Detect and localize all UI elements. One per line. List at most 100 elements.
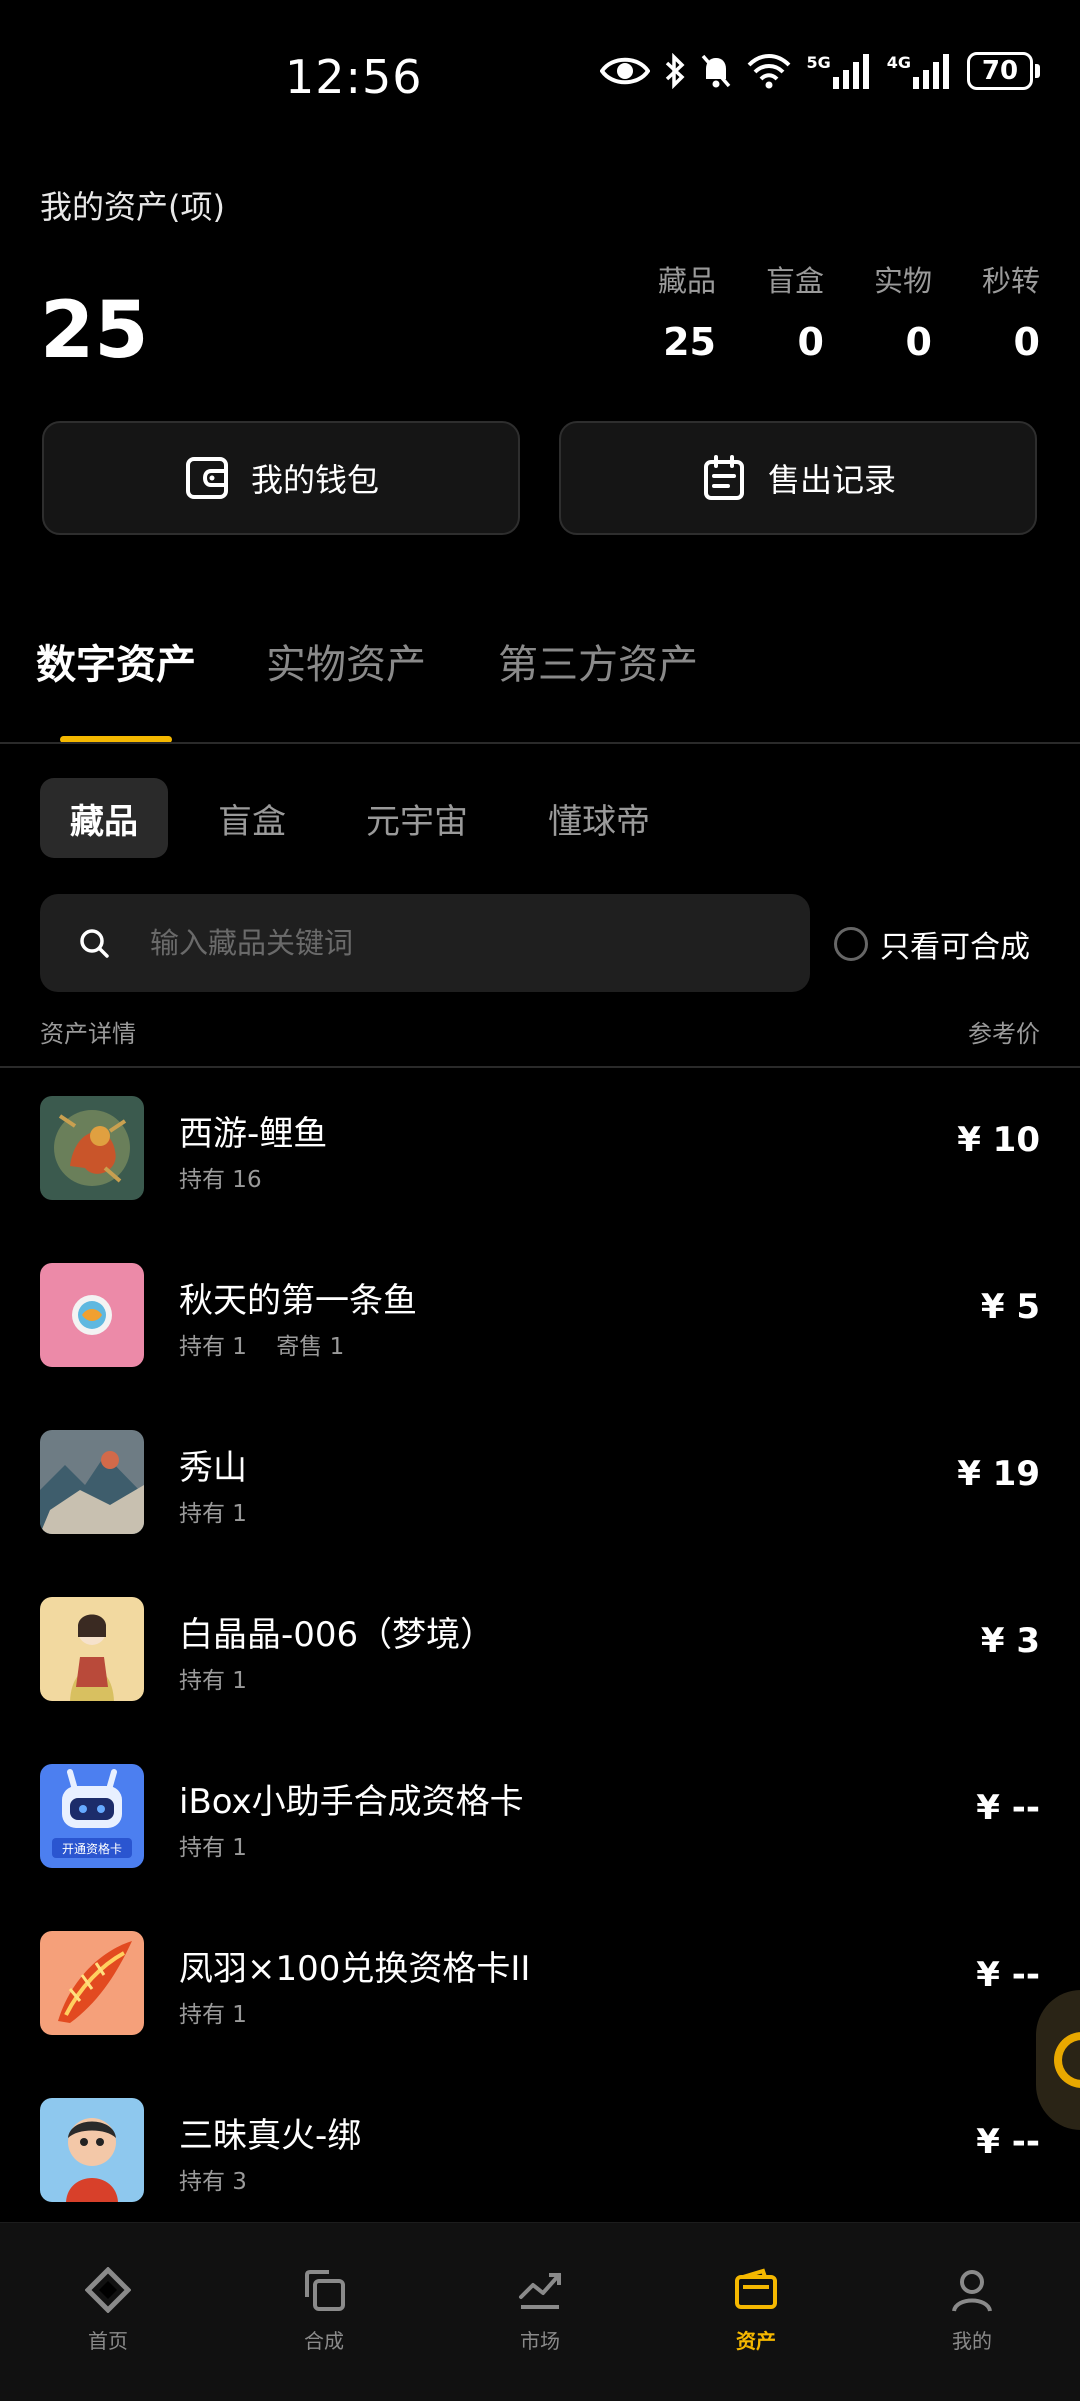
stat-value: 25 bbox=[663, 320, 716, 364]
asset-price: ¥ -- bbox=[976, 1788, 1040, 1828]
thumbnail-caption: 开通资格卡 bbox=[62, 1841, 122, 1856]
holding-count: 持有 1 bbox=[179, 1835, 247, 1861]
subtab-metaverse[interactable]: 元宇宙 bbox=[336, 778, 498, 858]
subtab-collectibles[interactable]: 藏品 bbox=[40, 778, 168, 858]
battery-icon: 70 bbox=[967, 52, 1040, 90]
asset-price: ¥ -- bbox=[976, 1955, 1040, 1995]
filter-label: 只看可合成 bbox=[880, 930, 1030, 965]
asset-meta: 持有 16 bbox=[179, 1160, 284, 1194]
stat-label: 藏品 bbox=[657, 264, 716, 298]
asset-price: ¥ 3 bbox=[980, 1621, 1040, 1661]
asset-row[interactable]: 开通资格卡 iBox小助手合成资格卡 持有 1 ¥ -- bbox=[0, 1736, 1080, 1903]
stat-value: 0 bbox=[797, 320, 824, 364]
nav-label: 资产 bbox=[736, 2329, 776, 2353]
subtab-blind-box[interactable]: 盲盒 bbox=[188, 778, 316, 858]
stat-label: 盲盒 bbox=[765, 264, 824, 298]
consignment-count: 寄售 1 bbox=[276, 1334, 345, 1360]
asset-row[interactable]: 秀山 持有 1 ¥ 19 bbox=[0, 1402, 1080, 1569]
category-tabs: 藏品 盲盒 元宇宙 懂球帝 bbox=[40, 778, 700, 858]
asset-name: 白晶晶-006（梦境） bbox=[179, 1615, 495, 1655]
nav-label: 合成 bbox=[304, 2329, 344, 2353]
holding-count: 持有 1 bbox=[179, 2002, 247, 2028]
asset-price: ¥ 10 bbox=[957, 1120, 1040, 1160]
net1-label: 5G bbox=[806, 53, 831, 72]
tab-physical-assets[interactable]: 实物资产 bbox=[266, 632, 426, 690]
tab-third-party-assets[interactable]: 第三方资产 bbox=[498, 632, 698, 690]
divider bbox=[0, 742, 1080, 744]
asset-meta: 持有 1 寄售 1 bbox=[179, 1327, 366, 1361]
nav-compose[interactable]: 合成 bbox=[216, 2223, 432, 2401]
diamond-icon bbox=[85, 2267, 131, 2313]
asset-name: 凤羽×100兑换资格卡II bbox=[179, 1949, 531, 1989]
asset-thumbnail: 开通资格卡 bbox=[40, 1764, 144, 1868]
nav-home[interactable]: 首页 bbox=[0, 2223, 216, 2401]
asset-name: 秀山 bbox=[179, 1448, 247, 1488]
floating-assistant-handle[interactable] bbox=[1036, 1990, 1080, 2130]
asset-name: 三昧真火-绑 bbox=[179, 2116, 362, 2156]
asset-stats: 藏品 25 盲盒 0 实物 0 秒转 0 bbox=[608, 258, 1040, 364]
holding-count: 持有 1 bbox=[179, 1668, 247, 1694]
status-time: 12:56 bbox=[285, 50, 423, 104]
asset-thumbnail bbox=[40, 2098, 144, 2202]
subtab-dongqiudi[interactable]: 懂球帝 bbox=[518, 778, 680, 858]
holding-count: 持有 1 bbox=[179, 1334, 247, 1360]
asset-row[interactable]: 白晶晶-006（梦境） 持有 1 ¥ 3 bbox=[0, 1569, 1080, 1736]
compose-icon bbox=[305, 2270, 345, 2311]
signal-4g-icon: 4G bbox=[887, 53, 953, 89]
asset-row[interactable]: 秋天的第一条鱼 持有 1 寄售 1 ¥ 5 bbox=[0, 1235, 1080, 1402]
asset-thumbnail bbox=[40, 1430, 144, 1534]
stat-instant-transfer: 秒转 0 bbox=[932, 258, 1040, 364]
asset-meta: 持有 3 bbox=[179, 2162, 269, 2196]
stat-label: 实物 bbox=[873, 264, 932, 298]
search-input[interactable] bbox=[148, 925, 752, 961]
asset-thumbnail bbox=[40, 1597, 144, 1701]
my-wallet-button[interactable]: 我的钱包 bbox=[42, 421, 520, 535]
asset-list: 西游-鲤鱼 持有 16 ¥ 10 秋天的第一条鱼 持有 1 寄售 1 ¥ 5 秀… bbox=[0, 1068, 1080, 2237]
asset-meta: 持有 1 bbox=[179, 1661, 269, 1695]
asset-row[interactable]: 凤羽×100兑换资格卡II 持有 1 ¥ -- bbox=[0, 1903, 1080, 2070]
eye-icon bbox=[600, 57, 651, 85]
stat-blind-box: 盲盒 0 bbox=[716, 258, 824, 364]
asset-row[interactable]: 西游-鲤鱼 持有 16 ¥ 10 bbox=[0, 1068, 1080, 1235]
bottom-nav: 首页 合成 市场 资产 我的 bbox=[0, 2222, 1080, 2401]
asset-name: 秋天的第一条鱼 bbox=[179, 1281, 417, 1321]
asset-price: ¥ -- bbox=[976, 2122, 1040, 2162]
list-header-details: 资产详情 bbox=[40, 1020, 136, 1048]
net2-label: 4G bbox=[886, 53, 911, 72]
nav-market[interactable]: 市场 bbox=[432, 2223, 648, 2401]
assets-total: 25 bbox=[40, 286, 149, 376]
filter-radio[interactable] bbox=[834, 927, 868, 961]
tab-digital-assets[interactable]: 数字资产 bbox=[36, 632, 196, 690]
holding-count: 持有 16 bbox=[179, 1167, 262, 1193]
asset-row[interactable]: 三昧真火-绑 持有 3 ¥ -- bbox=[0, 2070, 1080, 2237]
asset-price: ¥ 19 bbox=[957, 1454, 1040, 1494]
trend-icon bbox=[519, 2273, 561, 2309]
person-icon bbox=[952, 2270, 992, 2312]
holding-count: 持有 1 bbox=[179, 1501, 247, 1527]
sales-record-button[interactable]: 售出记录 bbox=[559, 421, 1037, 535]
stat-label: 秒转 bbox=[981, 264, 1040, 298]
nav-assets[interactable]: 资产 bbox=[648, 2223, 864, 2401]
stat-value: 0 bbox=[905, 320, 932, 364]
clipboard-icon bbox=[703, 455, 744, 500]
list-header: 资产详情 参考价 bbox=[40, 1014, 1040, 1049]
asset-thumbnail bbox=[40, 1096, 144, 1200]
status-bar: 12:56 5G 4G 70 bbox=[0, 0, 1080, 160]
nav-profile[interactable]: 我的 bbox=[864, 2223, 1080, 2401]
nav-label: 市场 bbox=[520, 2329, 560, 2353]
sales-label: 售出记录 bbox=[767, 461, 896, 499]
nav-label: 我的 bbox=[952, 2329, 992, 2353]
stat-collectibles: 藏品 25 bbox=[608, 258, 716, 364]
asset-price: ¥ 5 bbox=[980, 1287, 1040, 1327]
asset-meta: 持有 1 bbox=[179, 1494, 269, 1528]
bell-muted-icon bbox=[702, 54, 731, 88]
status-icons: 5G 4G 70 bbox=[600, 52, 1040, 90]
synthesizable-filter[interactable]: 只看可合成 bbox=[834, 922, 1030, 966]
battery-level: 70 bbox=[967, 52, 1033, 90]
asset-type-tabs: 数字资产 实物资产 第三方资产 bbox=[0, 632, 1080, 742]
wallet-icon bbox=[185, 457, 228, 499]
asset-meta: 持有 1 bbox=[179, 1828, 269, 1862]
asset-name: 西游-鲤鱼 bbox=[179, 1114, 328, 1154]
wallet-icon bbox=[735, 2268, 777, 2309]
bluetooth-icon bbox=[666, 53, 685, 89]
